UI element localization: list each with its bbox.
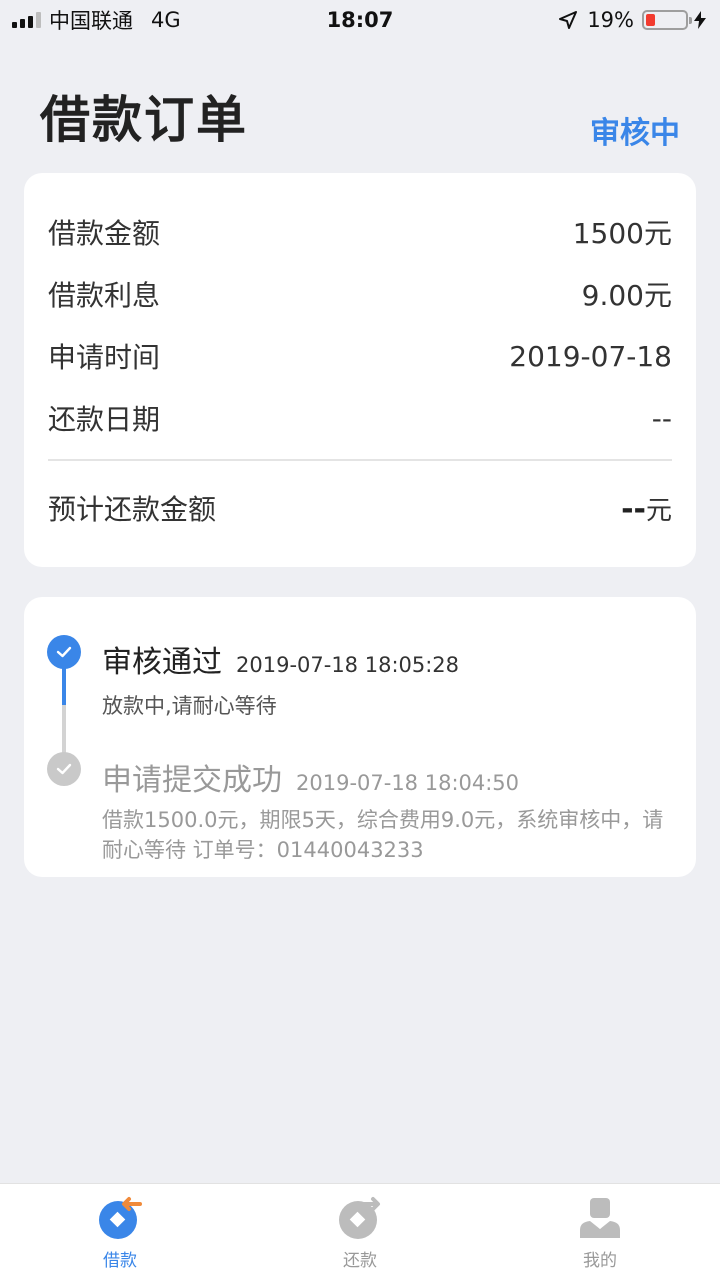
timeline-item: 审核通过 2019-07-18 18:05:28 放款中,请耐心等待: [102, 637, 676, 721]
row-label: 申请时间: [48, 341, 161, 374]
carrier-label: 中国联通: [49, 9, 133, 33]
check-circle-icon: [47, 752, 81, 786]
divider: [48, 459, 672, 461]
tab-label: 借款: [103, 1251, 137, 1271]
row-label: 预计还款金额: [48, 493, 217, 526]
charging-bolt-icon: [694, 11, 706, 29]
tab-mine[interactable]: 我的: [480, 1184, 720, 1280]
page-title: 借款订单: [40, 91, 248, 149]
row-value: --元: [621, 490, 672, 527]
row-label: 借款利息: [48, 279, 161, 312]
timeline-title: 审核通过: [102, 645, 222, 680]
row-label: 还款日期: [48, 403, 161, 436]
summary-row-apply-date: 申请时间 2019-07-18: [48, 325, 672, 387]
timeline-connector: [62, 705, 66, 755]
signal-icon: [12, 12, 41, 28]
battery-percent: 19%: [587, 8, 634, 32]
order-summary-card: 借款金额 1500元 借款利息 9.00元 申请时间 2019-07-18 还款…: [24, 173, 696, 567]
summary-row-loan-amount: 借款金额 1500元: [48, 201, 672, 263]
tab-label: 我的: [583, 1251, 617, 1271]
network-label: 4G: [151, 8, 181, 32]
summary-row-repay-date: 还款日期 --: [48, 387, 672, 449]
timeline-desc: 放款中,请耐心等待: [102, 694, 277, 718]
timeline-desc: 借款1500.0元，期限5天，综合费用9.0元，系统审核中，请耐心等待 订单号：…: [102, 808, 664, 862]
timeline-connector: [62, 667, 66, 705]
row-value: 1500元: [572, 217, 672, 250]
order-status-badge[interactable]: 审核中: [590, 108, 680, 152]
row-label: 借款金额: [48, 217, 161, 250]
timeline-item: 申请提交成功 2019-07-18 18:04:50 借款1500.0元，期限5…: [102, 755, 676, 865]
order-timeline-card: 审核通过 2019-07-18 18:05:28 放款中,请耐心等待 申请提交成…: [24, 597, 696, 877]
status-bar: 中国联通 4G 18:07 19%: [0, 0, 720, 40]
row-value: --: [651, 401, 672, 435]
timeline-time: 2019-07-18 18:05:28: [236, 653, 460, 677]
borrow-icon: [99, 1197, 142, 1239]
user-icon: [580, 1198, 620, 1238]
summary-row-interest: 借款利息 9.00元: [48, 263, 672, 325]
bottom-tab-bar: 借款 还款 我的: [0, 1183, 720, 1280]
tab-repay[interactable]: 还款: [240, 1184, 480, 1280]
tab-label: 还款: [343, 1251, 377, 1271]
row-value: 9.00元: [581, 279, 672, 312]
tab-borrow[interactable]: 借款: [0, 1184, 240, 1280]
check-circle-icon: [47, 635, 81, 669]
timeline-title: 申请提交成功: [102, 763, 282, 798]
battery-icon: [642, 10, 692, 30]
location-arrow-icon: [559, 11, 578, 29]
timeline-time: 2019-07-18 18:04:50: [296, 771, 520, 795]
total-value: --: [621, 491, 646, 527]
repay-icon: [339, 1197, 380, 1239]
summary-row-total: 预计还款金额 --元: [48, 477, 672, 539]
row-value: 2019-07-18: [509, 339, 672, 373]
total-unit: 元: [645, 495, 672, 526]
